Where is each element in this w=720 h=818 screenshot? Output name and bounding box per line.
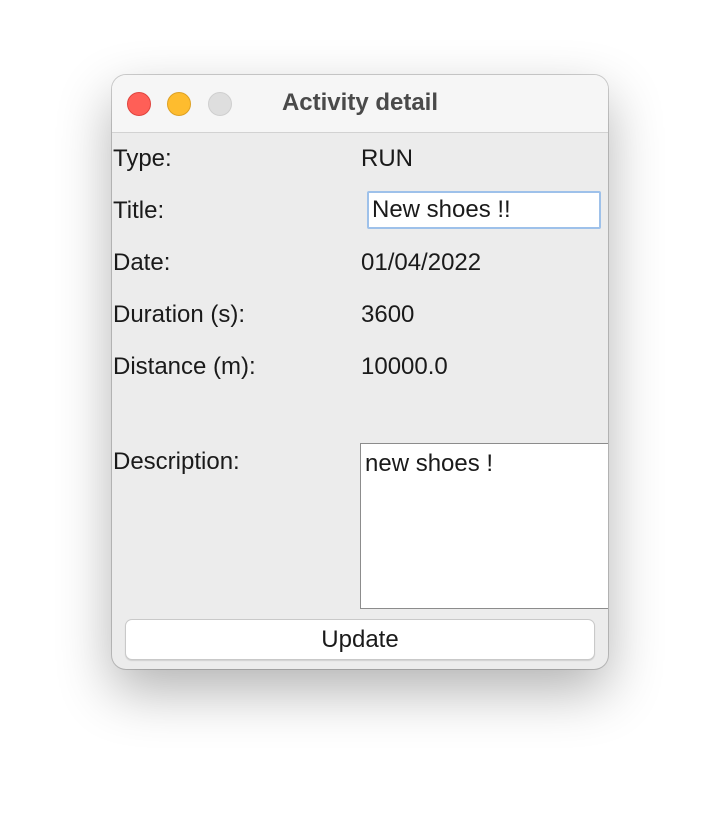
window-title: Activity detail <box>281 89 439 116</box>
distance-label: Distance (m): <box>113 353 256 380</box>
date-label: Date: <box>113 249 171 276</box>
type-label: Type: <box>113 145 172 172</box>
distance-value: 10000.0 <box>361 353 448 380</box>
title-label: Title: <box>113 197 165 224</box>
date-value: 01/04/2022 <box>361 249 482 276</box>
type-value: RUN <box>361 145 413 172</box>
title-bar[interactable]: Activity detail <box>112 75 608 133</box>
activity-detail-window: Activity detail Type: RUN Title: Date: 0… <box>112 75 608 669</box>
title-input[interactable] <box>367 191 601 229</box>
description-textarea[interactable]: new shoes ! <box>360 443 608 609</box>
update-button[interactable]: Update <box>125 619 595 660</box>
duration-label: Duration (s): <box>113 301 246 328</box>
duration-value: 3600 <box>361 301 415 328</box>
description-label: Description: <box>113 448 240 475</box>
